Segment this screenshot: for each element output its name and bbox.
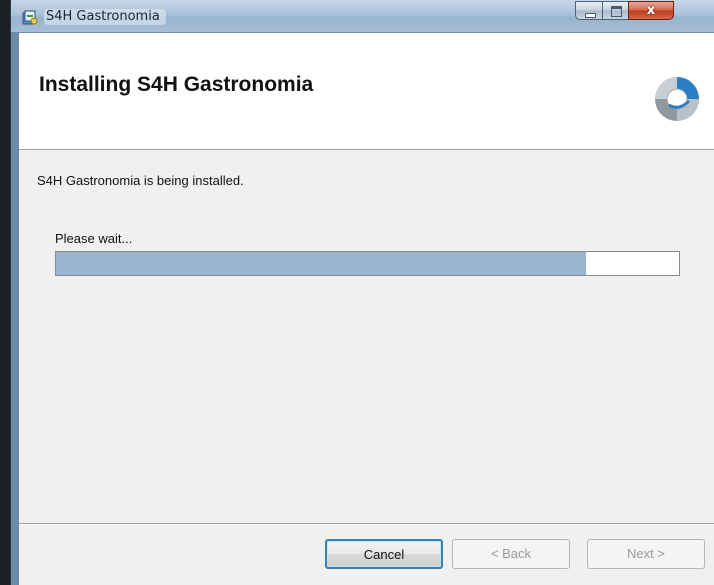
- installer-window: S4H Gastronomia x Installing S4H Gastron…: [10, 0, 714, 585]
- page-title: Installing S4H Gastronomia: [39, 73, 314, 96]
- wait-label: Please wait...: [55, 231, 133, 246]
- footer-divider: [19, 523, 714, 525]
- close-button[interactable]: x: [628, 1, 674, 20]
- minimize-icon: [585, 13, 596, 18]
- setup-disc-icon: [655, 77, 699, 121]
- next-button[interactable]: Next >: [587, 539, 705, 569]
- progress-fill: [56, 252, 586, 275]
- installer-content: Installing S4H Gastronomia S4H Gastronom…: [19, 33, 714, 585]
- maximize-button[interactable]: [602, 1, 629, 20]
- status-text: S4H Gastronomia is being installed.: [37, 173, 244, 188]
- install-progress-bar: [55, 251, 680, 276]
- minimize-button[interactable]: [575, 1, 603, 20]
- back-button[interactable]: < Back: [452, 539, 570, 569]
- title-bar[interactable]: S4H Gastronomia x: [11, 0, 714, 32]
- header-banner: Installing S4H Gastronomia: [19, 33, 714, 150]
- close-icon: x: [646, 3, 656, 18]
- cancel-button[interactable]: Cancel: [325, 539, 443, 569]
- maximize-icon: [611, 6, 622, 17]
- installer-icon: [22, 10, 38, 25]
- window-title: S4H Gastronomia: [44, 9, 166, 25]
